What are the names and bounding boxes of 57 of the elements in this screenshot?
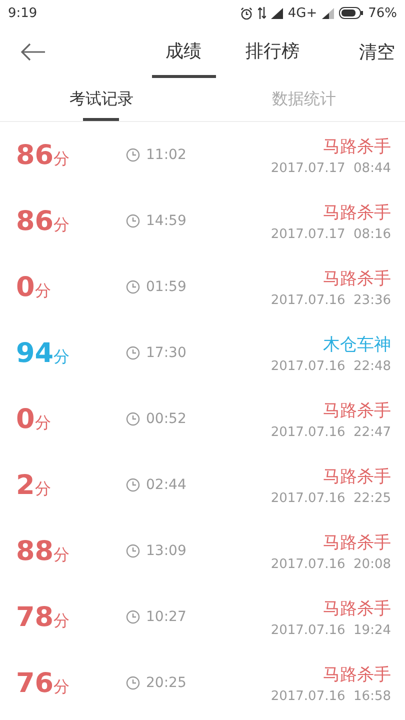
score-text: 2分 [16,470,52,500]
data-arrows-icon [258,7,266,19]
clock-icon [126,214,140,228]
duration-text: 00:52 [146,411,186,427]
rank-title: 马路杀手 [323,268,391,290]
back-arrow-icon [20,43,46,61]
rank-title: 马路杀手 [323,202,391,224]
date-text: 2017.07.16 22:25 [270,490,391,506]
clock-icon [126,148,140,162]
rank-title: 马路杀手 [323,136,391,158]
score-text: 86分 [16,206,71,236]
score-text: 76分 [16,668,71,698]
date-text: 2017.07.17 08:44 [270,160,391,176]
duration-text: 01:59 [146,279,186,295]
duration-text: 13:09 [146,543,186,559]
score-text: 0分 [16,404,52,434]
alarm-icon [240,6,253,20]
score-text: 86分 [16,140,71,170]
clock-icon [126,412,140,426]
clock-icon [126,610,140,624]
date-text: 2017.07.16 23:36 [270,292,391,308]
header-tab[interactable]: 排行榜 [232,26,314,78]
header-tab[interactable]: 成绩 [152,26,216,78]
clock-icon [126,478,140,492]
battery-icon [339,7,364,19]
score-text: 94分 [16,338,71,368]
signal-icon [322,8,334,18]
battery-percent: 76% [368,6,397,20]
duration-text: 17:30 [146,345,186,361]
clock-icon [126,544,140,558]
clock-icon [126,346,140,360]
date-text: 2017.07.17 08:16 [270,226,391,242]
rank-title: 马路杀手 [323,598,391,620]
date-text: 2017.07.16 22:47 [270,424,391,440]
rank-title: 马路杀手 [323,400,391,422]
clear-button[interactable]: 清空 [359,26,395,78]
rank-title: 马路杀手 [323,664,391,686]
duration-text: 14:59 [146,213,186,229]
network-type: 4G+ [288,6,318,20]
score-text: 78分 [16,602,71,632]
date-text: 2017.07.16 22:48 [270,358,391,374]
date-text: 2017.07.16 20:08 [270,556,391,572]
rank-title: 马路杀手 [323,532,391,554]
clock-icon [126,280,140,294]
rank-title: 木仓车神 [323,334,391,356]
duration-text: 11:02 [146,147,186,163]
date-text: 2017.07.16 19:24 [270,622,391,638]
score-text: 88分 [16,536,71,566]
rank-title: 马路杀手 [323,466,391,488]
duration-text: 10:27 [146,609,186,625]
score-text: 0分 [16,272,52,302]
clock-icon [126,676,140,690]
duration-text: 20:25 [146,675,186,691]
date-text: 2017.07.16 16:58 [270,688,391,704]
status-time: 9:19 [8,6,38,20]
signal-icon [270,8,283,18]
duration-text: 02:44 [146,477,186,493]
